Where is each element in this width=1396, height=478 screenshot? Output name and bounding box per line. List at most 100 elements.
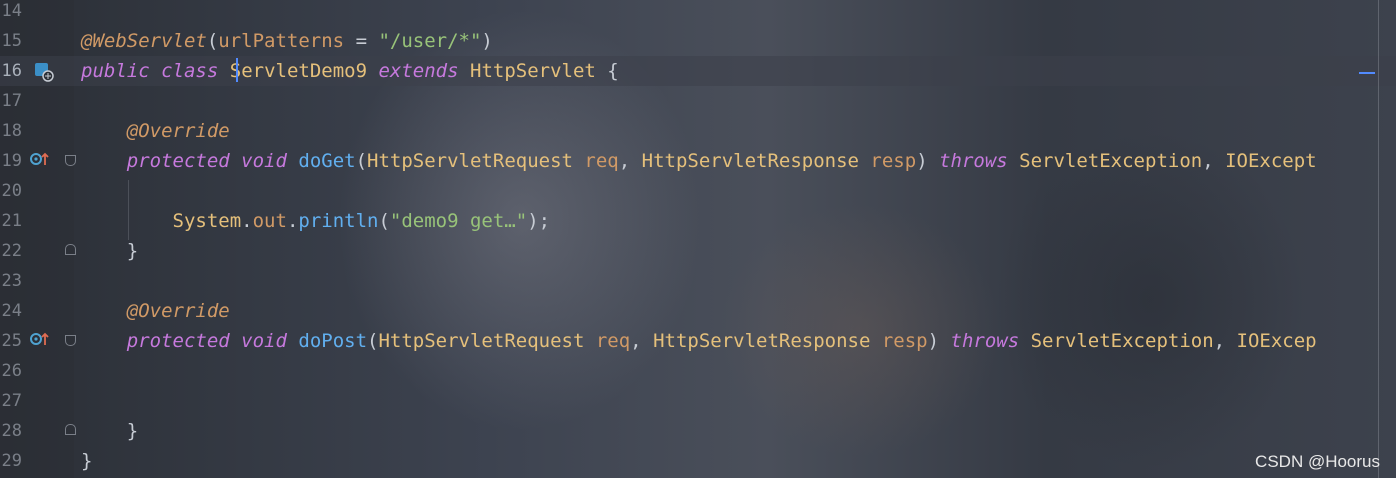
code-text: @WebServlet(urlPatterns = "/user/*") bbox=[81, 26, 493, 56]
code-line[interactable]: 14 bbox=[0, 0, 1396, 26]
line-number: 15 bbox=[1, 31, 22, 51]
line-number: 25 bbox=[1, 331, 22, 351]
code-token: , bbox=[1213, 330, 1237, 352]
code-line[interactable]: 27 bbox=[0, 386, 1396, 416]
code-text: } bbox=[81, 416, 138, 446]
code-token: doGet bbox=[298, 150, 356, 172]
code-line[interactable]: 28 } bbox=[0, 416, 1396, 446]
code-token: protected bbox=[126, 330, 230, 352]
line-number: 28 bbox=[1, 421, 22, 441]
code-token: extends bbox=[378, 60, 459, 82]
code-text: public class ServletDemo9 extends HttpSe… bbox=[81, 56, 619, 86]
code-line[interactable]: 18 @Override bbox=[0, 116, 1396, 146]
line-number: 18 bbox=[1, 121, 22, 141]
fold-open-icon[interactable] bbox=[65, 155, 76, 166]
right-margin-guide bbox=[1378, 0, 1379, 478]
code-token: req bbox=[584, 150, 619, 172]
code-token: "/user/*" bbox=[378, 30, 482, 52]
code-token: resp bbox=[870, 150, 917, 172]
line-number: 19 bbox=[1, 151, 22, 171]
override-method-icon[interactable] bbox=[29, 151, 51, 171]
code-token: , bbox=[1202, 150, 1226, 172]
code-token: } bbox=[81, 240, 139, 262]
line-number: 24 bbox=[1, 301, 22, 321]
line-number: 27 bbox=[1, 391, 22, 411]
code-text: } bbox=[81, 236, 138, 266]
code-line[interactable]: 26 bbox=[0, 356, 1396, 386]
code-token: , bbox=[618, 150, 642, 172]
code-token: HttpServlet bbox=[470, 60, 596, 82]
code-editor[interactable]: 14 15 @WebServlet(urlPatterns = "/user/*")… bbox=[0, 0, 1396, 478]
code-line[interactable]: 21 System.out.println("demo9 get…"); bbox=[0, 206, 1396, 236]
line-number: 14 bbox=[1, 1, 22, 21]
code-line[interactable]: 29} bbox=[0, 446, 1396, 476]
code-token: ( bbox=[378, 210, 390, 232]
code-line[interactable]: 19 protected void doGet(HttpServletReque… bbox=[0, 146, 1396, 176]
fold-close-icon[interactable] bbox=[65, 424, 76, 435]
line-number: 29 bbox=[1, 451, 22, 471]
code-text: protected void doGet(HttpServletRequest … bbox=[81, 146, 1317, 176]
code-token: ( bbox=[206, 30, 219, 52]
code-token: @WebServlet bbox=[81, 30, 207, 52]
code-token: ); bbox=[527, 210, 551, 232]
code-text: System.out.println("demo9 get…"); bbox=[81, 206, 551, 236]
code-line[interactable]: 15 @WebServlet(urlPatterns = "/user/*") bbox=[0, 26, 1396, 56]
fold-open-icon[interactable] bbox=[65, 335, 76, 346]
code-text: @Override bbox=[81, 296, 230, 326]
code-token: req bbox=[595, 330, 631, 352]
code-token: ServletDemo9 bbox=[229, 60, 368, 82]
code-token: HttpServletResponse bbox=[641, 150, 859, 172]
code-token: ( bbox=[367, 330, 379, 352]
line-number: 21 bbox=[1, 211, 22, 231]
code-line[interactable]: 22 } bbox=[0, 236, 1396, 266]
line-number: 23 bbox=[1, 271, 22, 291]
fold-close-icon[interactable] bbox=[65, 244, 76, 255]
code-token: ServletException bbox=[1019, 150, 1203, 172]
code-token: } bbox=[81, 450, 93, 472]
line-number: 17 bbox=[1, 91, 22, 111]
code-token: "demo9 get…" bbox=[389, 210, 528, 232]
code-token: resp bbox=[881, 330, 928, 352]
code-token: IOExcept bbox=[1225, 150, 1317, 172]
scrollbar-caret-marker[interactable] bbox=[1359, 72, 1375, 74]
code-line[interactable]: 17 bbox=[0, 86, 1396, 116]
code-token: . bbox=[241, 210, 253, 232]
code-line[interactable]: 23 bbox=[0, 266, 1396, 296]
servlet-class-icon[interactable] bbox=[34, 62, 54, 86]
code-token: @Override bbox=[126, 120, 230, 142]
code-token: doPost bbox=[298, 330, 368, 352]
code-token: class bbox=[161, 60, 219, 82]
code-token: HttpServletRequest bbox=[378, 330, 585, 352]
line-number: 16 bbox=[1, 61, 22, 81]
code-text: protected void doPost(HttpServletRequest… bbox=[81, 326, 1317, 356]
code-token: protected bbox=[126, 150, 230, 172]
code-token: ) bbox=[927, 330, 951, 352]
line-number: 22 bbox=[1, 241, 22, 261]
code-token: out bbox=[252, 210, 287, 232]
code-line[interactable]: 24 @Override bbox=[0, 296, 1396, 326]
line-number: 26 bbox=[1, 361, 22, 381]
code-token: urlPatterns bbox=[218, 30, 345, 52]
override-method-icon[interactable] bbox=[29, 331, 51, 351]
code-line[interactable]: 16 public class ServletDemo9 extends Http… bbox=[0, 56, 1396, 86]
code-line[interactable]: 20 bbox=[0, 176, 1396, 206]
text-caret bbox=[236, 58, 238, 82]
code-token: IOExcep bbox=[1236, 330, 1317, 352]
code-token: throws bbox=[950, 330, 1020, 352]
code-token: ) bbox=[481, 30, 493, 52]
code-token: , bbox=[630, 330, 654, 352]
code-line[interactable]: 25 protected void doPost(HttpServletRequ… bbox=[0, 326, 1396, 356]
code-token: } bbox=[81, 420, 139, 442]
